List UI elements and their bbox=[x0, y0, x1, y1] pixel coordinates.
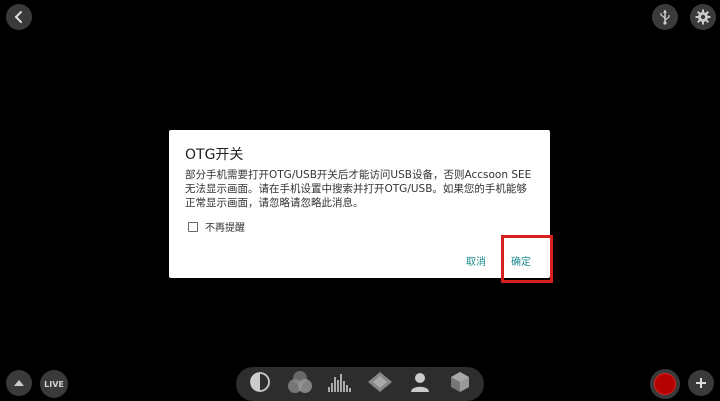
cancel-button[interactable]: 取消 bbox=[466, 253, 486, 268]
live-button[interactable]: LIVE bbox=[40, 370, 68, 398]
histogram-icon bbox=[327, 371, 353, 397]
plus-icon bbox=[695, 377, 707, 389]
dialog-title: OTG开关 bbox=[185, 147, 244, 163]
usb-icon bbox=[658, 9, 672, 25]
histogram-tool[interactable] bbox=[326, 370, 354, 398]
record-icon bbox=[654, 373, 676, 395]
settings-button[interactable] bbox=[690, 4, 716, 30]
live-label: LIVE bbox=[44, 379, 64, 389]
monitoring-toolbar bbox=[236, 367, 484, 401]
vectorscope-icon bbox=[367, 371, 393, 397]
gear-icon bbox=[695, 9, 711, 25]
person-icon bbox=[409, 371, 431, 397]
expand-up-button[interactable] bbox=[6, 370, 32, 396]
add-button[interactable] bbox=[688, 370, 714, 396]
record-button[interactable] bbox=[650, 369, 680, 399]
dont-remind-label: 不再提醒 bbox=[205, 223, 245, 234]
contrast-icon bbox=[249, 371, 271, 397]
dont-remind-checkbox[interactable] bbox=[188, 221, 198, 232]
rgb-tool[interactable] bbox=[286, 370, 314, 398]
contrast-tool[interactable] bbox=[246, 370, 274, 398]
back-chevron-icon bbox=[12, 10, 26, 24]
person-tool[interactable] bbox=[406, 370, 434, 398]
cube-icon bbox=[449, 371, 471, 397]
usb-button[interactable] bbox=[652, 4, 678, 30]
dont-remind-option[interactable]: 不再提醒 bbox=[188, 219, 245, 234]
up-arrow-icon bbox=[13, 378, 25, 388]
camera-preview-screen: LIVE OTG开关 部分手机需要打开OTG/USB开关后才能访问USB设备，否… bbox=[0, 0, 720, 401]
rgb-circles-icon bbox=[287, 370, 313, 398]
dialog-message: 部分手机需要打开OTG/USB开关后才能访问USB设备，否则Accsoon SE… bbox=[185, 169, 532, 209]
cube-tool[interactable] bbox=[446, 370, 474, 398]
otg-dialog: OTG开关 部分手机需要打开OTG/USB开关后才能访问USB设备，否则Accs… bbox=[169, 130, 550, 278]
vectorscope-tool[interactable] bbox=[366, 370, 394, 398]
back-button[interactable] bbox=[6, 4, 32, 30]
confirm-highlight-box bbox=[501, 235, 553, 283]
